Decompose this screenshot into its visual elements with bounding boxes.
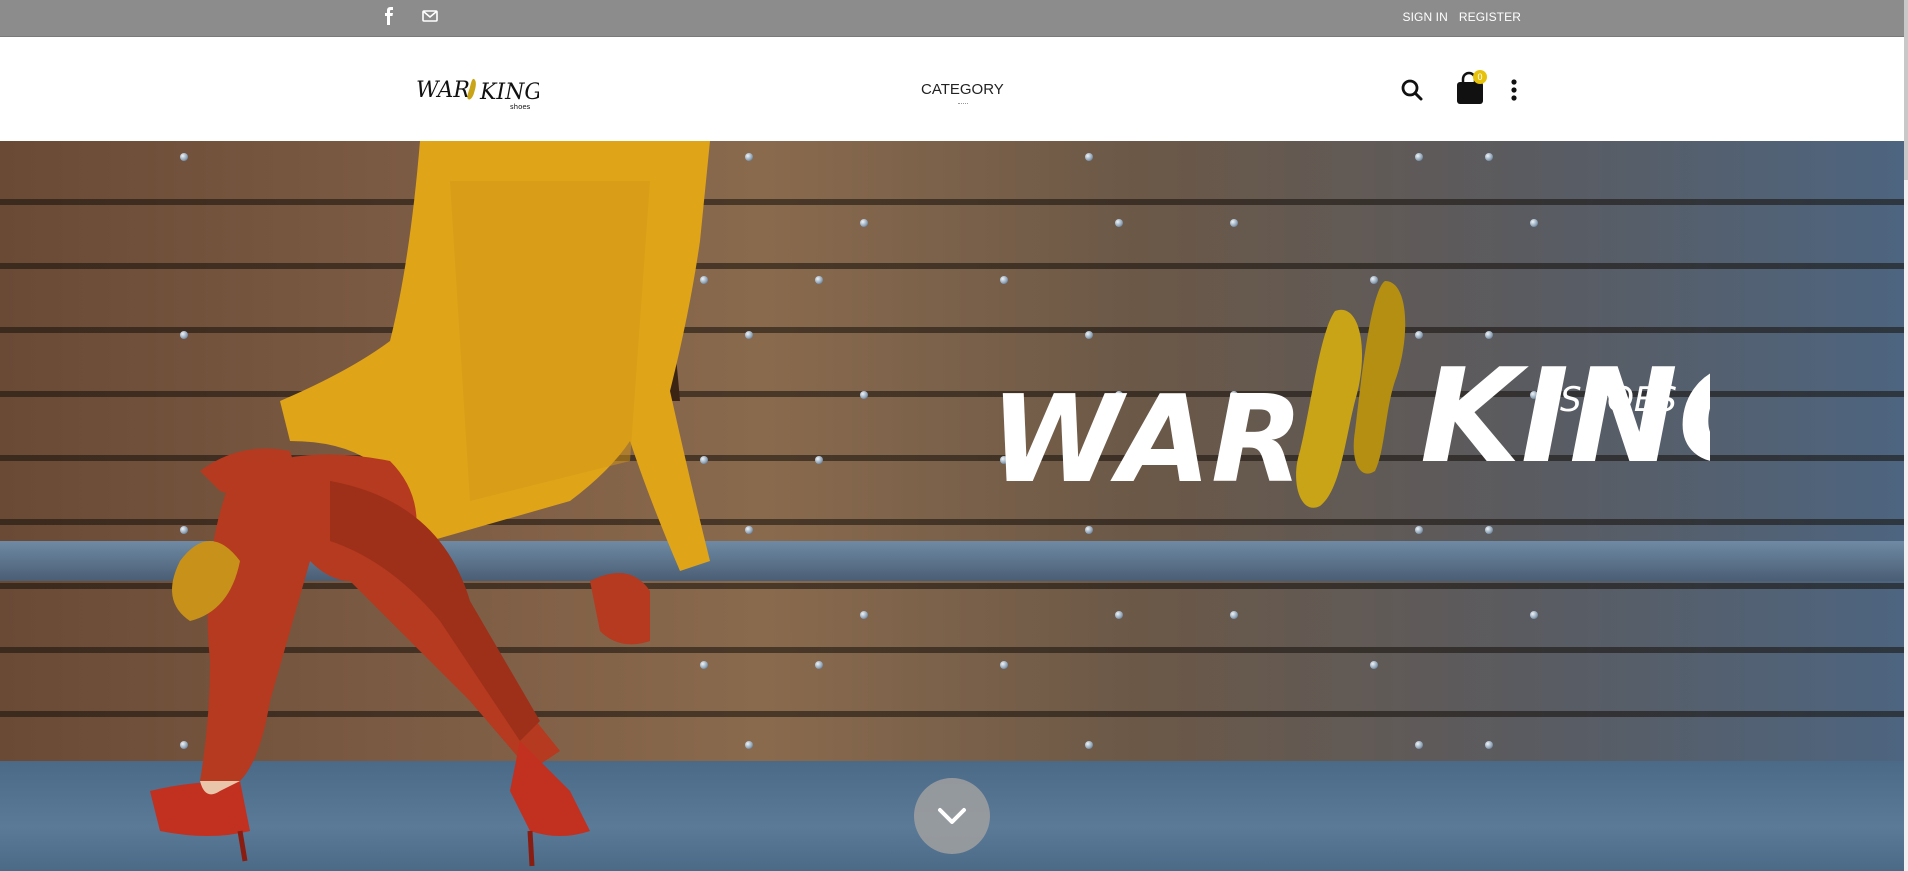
hero-brand-logo: WAR KING SHOES (990, 281, 1710, 510)
rivet (815, 456, 823, 464)
top-bar: SIGN IN REGISTER (0, 0, 1904, 37)
rivet (1115, 611, 1123, 619)
register-link[interactable]: REGISTER (1459, 10, 1521, 24)
cart-count-badge: 0 (1473, 70, 1487, 84)
rivet (1115, 219, 1123, 227)
rivet (1230, 219, 1238, 227)
rivet (745, 153, 753, 161)
rivet (1370, 661, 1378, 669)
svg-text:WAR: WAR (416, 78, 470, 103)
rivet (1485, 153, 1493, 161)
nav-category[interactable]: CATEGORY (921, 81, 1004, 104)
svg-text:KING: KING (479, 80, 539, 105)
nav-category-label: CATEGORY (921, 81, 1004, 98)
nav-underline (958, 103, 968, 104)
hero-banner: WAR KING SHOES (0, 141, 1904, 871)
hero-brand-war: WAR (990, 371, 1303, 510)
rivet (1230, 611, 1238, 619)
rivet (1415, 153, 1423, 161)
rivet (1485, 741, 1493, 749)
svg-text:shoes: shoes (510, 103, 531, 111)
rivet (1530, 611, 1538, 619)
auth-links: SIGN IN REGISTER (1402, 10, 1521, 24)
facebook-icon[interactable] (380, 6, 400, 26)
rivet (1415, 741, 1423, 749)
rivet (815, 661, 823, 669)
sign-in-link[interactable]: SIGN IN (1402, 10, 1447, 24)
rivet (745, 741, 753, 749)
search-icon[interactable] (1400, 78, 1424, 102)
rivet (860, 219, 868, 227)
more-vertical-icon[interactable] (1508, 77, 1520, 103)
rivet (745, 526, 753, 534)
hero-brand-shoes: SHOES (1560, 380, 1677, 420)
main-header: WAR KING shoes CATEGORY 0 (0, 37, 1904, 142)
chevron-down-icon (938, 808, 966, 824)
rivet (1000, 661, 1008, 669)
mail-icon[interactable] (420, 6, 440, 26)
scroll-down-button[interactable] (914, 778, 990, 854)
page-scrollbar[interactable] (1904, 0, 1908, 871)
rivet (860, 611, 868, 619)
rivet (1530, 219, 1538, 227)
site-logo[interactable]: WAR KING shoes (414, 65, 542, 115)
rivet (860, 391, 868, 399)
hero-model-image (150, 141, 710, 867)
social-links (380, 6, 440, 26)
rivet (1085, 741, 1093, 749)
scrollbar-thumb[interactable] (1904, 0, 1908, 180)
rivet (815, 276, 823, 284)
rivet (1085, 153, 1093, 161)
cart-button[interactable]: 0 (1453, 70, 1487, 106)
rivet (745, 331, 753, 339)
